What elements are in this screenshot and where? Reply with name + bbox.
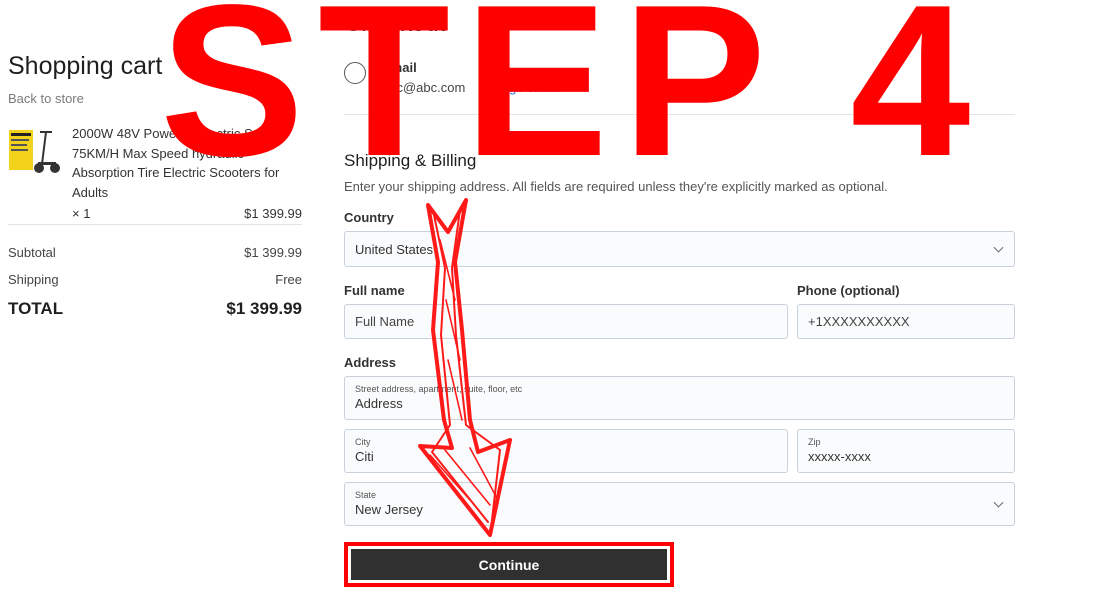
chevron-down-icon xyxy=(993,242,1004,253)
state-value: New Jersey xyxy=(355,502,423,517)
phone-label: Phone (optional) xyxy=(797,283,900,298)
phone-input[interactable]: +1XXXXXXXXXX xyxy=(797,304,1015,339)
state-select[interactable]: State New Jersey xyxy=(344,482,1015,526)
continue-highlight-box: Continue xyxy=(344,542,674,587)
zip-input[interactable]: Zip xxxxx-xxxx xyxy=(797,429,1015,473)
shipping-value: Free xyxy=(275,272,302,287)
product-thumbnail[interactable] xyxy=(8,124,60,176)
phone-placeholder: +1XXXXXXXXXX xyxy=(808,314,910,329)
street-address-placeholder: Address xyxy=(355,396,403,411)
address-label: Address xyxy=(344,355,397,370)
city-value: Citi xyxy=(355,449,374,464)
cart-item-quantity: × 1 xyxy=(72,206,91,221)
city-zip-row: City Citi Zip xxxxx-xxxx xyxy=(344,429,1015,473)
subtotal-row: Subtotal $1 399.99 xyxy=(8,245,302,260)
zip-caption: Zip xyxy=(808,437,821,447)
full-name-label: Full name xyxy=(344,283,405,298)
full-name-input[interactable]: Full Name xyxy=(344,304,788,339)
step-overlay-text: STEP 4 xyxy=(160,0,985,201)
full-name-placeholder: Full Name xyxy=(355,314,415,329)
street-address-caption: Street address, apartment, suite, floor,… xyxy=(355,384,523,394)
cart-item-price: $1 399.99 xyxy=(244,206,302,221)
subtotal-label: Subtotal xyxy=(8,245,56,260)
continue-button[interactable]: Continue xyxy=(351,549,667,580)
cart-divider xyxy=(8,224,302,225)
name-phone-row: Full name Full Name Phone (optional) +1X… xyxy=(344,283,1015,339)
country-select[interactable]: United States xyxy=(344,231,1015,267)
city-caption: City xyxy=(355,437,371,447)
zip-placeholder: xxxxx-xxxx xyxy=(808,449,871,464)
shipping-label: Shipping xyxy=(8,272,59,287)
state-caption: State xyxy=(355,490,377,500)
country-value: United States xyxy=(355,241,434,257)
total-value: $1 399.99 xyxy=(226,299,302,318)
shipping-row: Shipping Free xyxy=(8,272,302,287)
scooter-image-icon xyxy=(8,124,60,176)
country-label: Country xyxy=(344,210,394,225)
subtotal-value: $1 399.99 xyxy=(244,245,302,260)
street-address-input[interactable]: Street address, apartment, suite, floor,… xyxy=(344,376,1015,420)
total-label: TOTAL xyxy=(8,299,64,318)
total-row: TOTAL $1 399.99 xyxy=(8,299,302,319)
city-input[interactable]: City Citi xyxy=(344,429,788,473)
